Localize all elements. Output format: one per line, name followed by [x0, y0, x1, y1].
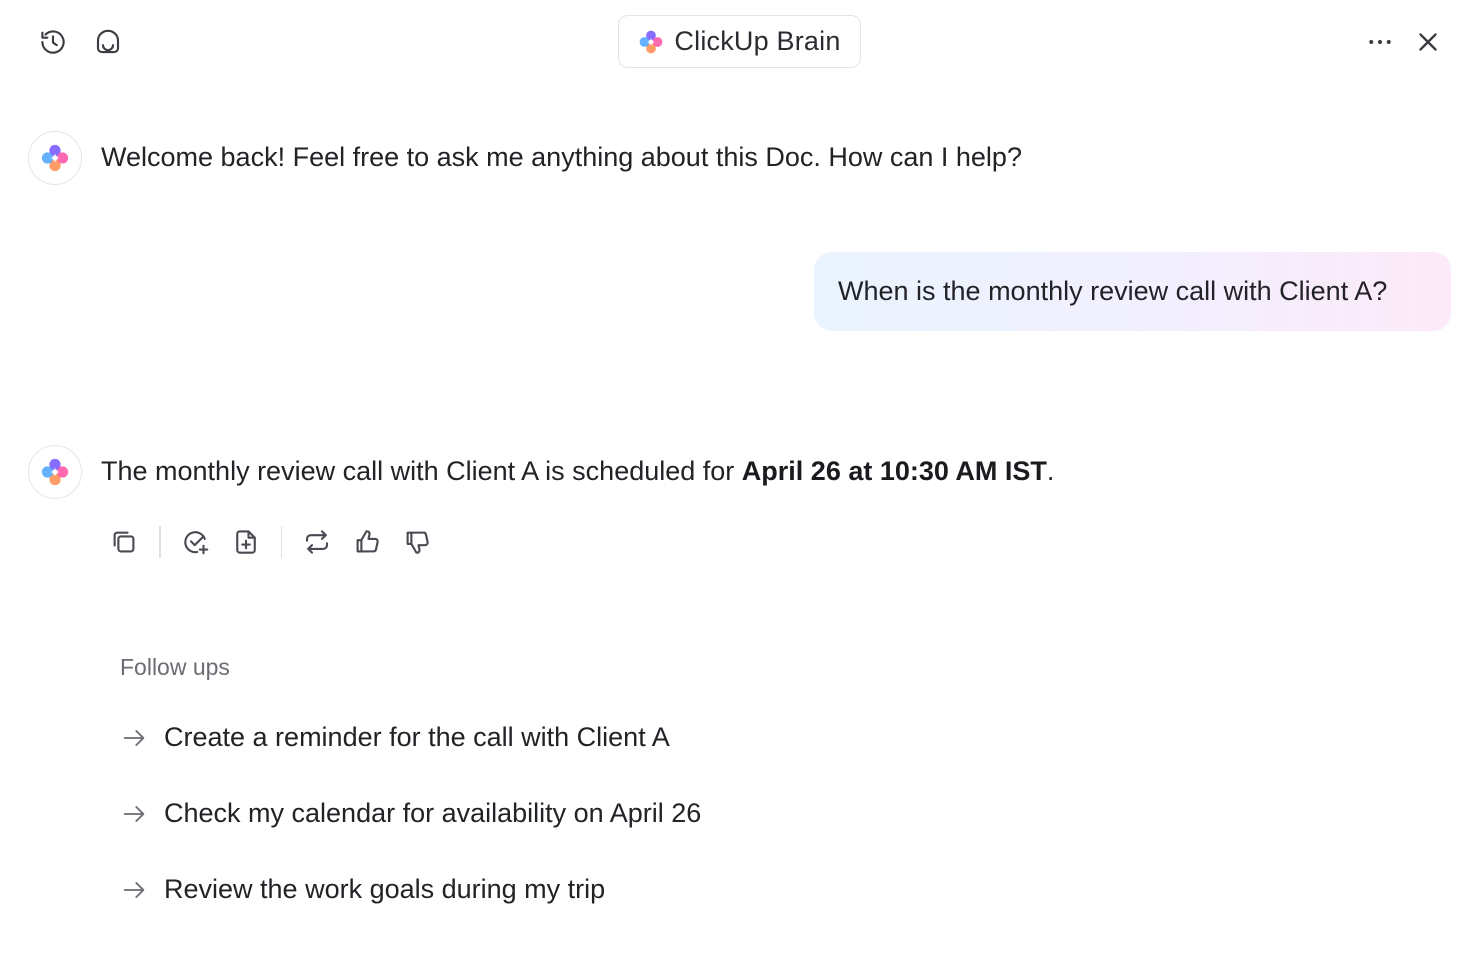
arrow-right-icon — [123, 729, 145, 746]
answer-message: The monthly review call with Client A is… — [101, 456, 1054, 487]
copy-icon[interactable] — [105, 523, 143, 561]
brain-avatar — [28, 445, 82, 499]
arrow-right-icon — [123, 881, 145, 898]
brain-avatar — [28, 131, 82, 185]
add-to-doc-icon[interactable] — [227, 523, 265, 561]
close-icon[interactable] — [1410, 24, 1446, 60]
welcome-message: Welcome back! Feel free to ask me anythi… — [101, 142, 1022, 172]
answer-suffix: . — [1046, 456, 1055, 486]
thumbs-up-icon[interactable] — [348, 523, 386, 561]
create-task-icon[interactable] — [177, 523, 215, 561]
follow-up-item[interactable]: Review the work goals during my trip — [120, 874, 605, 905]
follow-up-label: Check my calendar for availability on Ap… — [164, 798, 702, 828]
brain-title-pill[interactable]: ClickUp Brain — [618, 15, 861, 68]
follow-up-label: Review the work goals during my trip — [164, 874, 606, 904]
panel-title: ClickUp Brain — [674, 26, 841, 56]
arrow-right-icon — [123, 805, 145, 822]
thumbs-down-icon[interactable] — [398, 523, 436, 561]
answer-prefix: The monthly review call with Client A is… — [101, 456, 742, 486]
history-icon[interactable] — [35, 24, 71, 60]
user-message-text: When is the monthly review call with Cli… — [838, 276, 1388, 306]
clickup-brain-logo-icon — [41, 144, 69, 172]
clickup-brain-logo-icon — [638, 29, 664, 55]
follow-up-item[interactable]: Create a reminder for the call with Clie… — [120, 722, 670, 753]
regenerate-icon[interactable] — [298, 523, 336, 561]
inbox-icon[interactable] — [90, 24, 126, 60]
clickup-brain-panel: ClickUp Brain Welcome back! Feel free to… — [0, 0, 1474, 964]
toolbar-divider — [159, 526, 161, 558]
follow-ups-heading: Follow ups — [120, 654, 230, 680]
answer-action-toolbar — [105, 522, 436, 562]
more-icon[interactable] — [1362, 24, 1398, 60]
follow-up-item[interactable]: Check my calendar for availability on Ap… — [120, 798, 701, 829]
clickup-brain-logo-icon — [41, 458, 69, 486]
follow-up-label: Create a reminder for the call with Clie… — [164, 722, 670, 752]
answer-highlight: April 26 at 10:30 AM IST — [741, 456, 1047, 486]
user-message-bubble: When is the monthly review call with Cli… — [814, 252, 1451, 331]
toolbar-divider — [280, 526, 282, 558]
